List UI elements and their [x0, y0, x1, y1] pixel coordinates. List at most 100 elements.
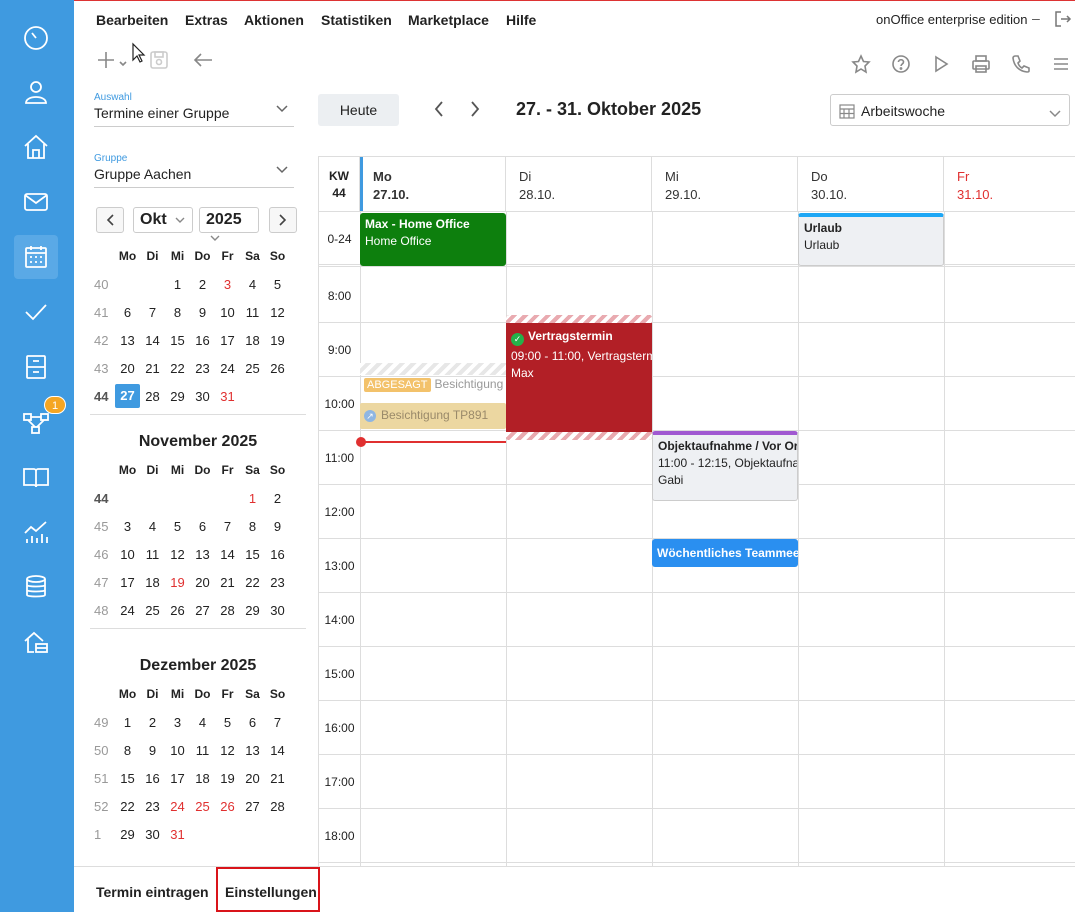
- day-cell[interactable]: 6: [240, 715, 265, 730]
- day-cell[interactable]: 24: [215, 361, 240, 376]
- day-cell[interactable]: 17: [215, 333, 240, 348]
- day-header-thursday[interactable]: Do 30.10.: [798, 157, 944, 212]
- day-header-wednesday[interactable]: Mi 29.10.: [652, 157, 798, 212]
- day-cell[interactable]: 25: [190, 799, 215, 814]
- day-cell[interactable]: 14: [265, 743, 290, 758]
- day-cell[interactable]: 21: [140, 361, 165, 376]
- day-cell[interactable]: 27: [115, 384, 140, 408]
- day-cell[interactable]: 17: [165, 771, 190, 786]
- day-cell[interactable]: 19: [215, 771, 240, 786]
- day-cell[interactable]: 19: [265, 333, 290, 348]
- day-cell[interactable]: 16: [140, 771, 165, 786]
- back-arrow-icon[interactable]: [192, 50, 214, 75]
- day-cell[interactable]: 20: [115, 361, 140, 376]
- day-cell[interactable]: 27: [190, 603, 215, 618]
- event-home-office[interactable]: Max - Home Office Home Office: [360, 213, 506, 266]
- day-cell[interactable]: 3: [215, 277, 240, 292]
- day-cell[interactable]: 9: [140, 743, 165, 758]
- day-cell[interactable]: 9: [190, 305, 215, 320]
- menu-statistiken[interactable]: Statistiken: [321, 12, 392, 28]
- day-cell[interactable]: 14: [140, 333, 165, 348]
- day-cell[interactable]: 7: [265, 715, 290, 730]
- prev-month-button[interactable]: [96, 207, 124, 233]
- day-cell[interactable]: 21: [215, 575, 240, 590]
- day-cell[interactable]: 6: [190, 519, 215, 534]
- next-week-button[interactable]: [468, 100, 482, 123]
- day-cell[interactable]: 26: [265, 361, 290, 376]
- day-cell[interactable]: 27: [240, 799, 265, 814]
- day-cell[interactable]: 29: [115, 827, 140, 842]
- event-urlaub[interactable]: Urlaub Urlaub: [798, 213, 944, 266]
- print-icon[interactable]: [971, 54, 991, 79]
- day-header-monday[interactable]: Mo 27.10.: [360, 157, 506, 212]
- mail-icon[interactable]: [14, 180, 58, 224]
- day-cell[interactable]: 18: [190, 771, 215, 786]
- view-select[interactable]: Arbeitswoche: [830, 94, 1070, 126]
- day-cell[interactable]: 3: [115, 519, 140, 534]
- hour-row[interactable]: 14:00: [319, 593, 1075, 647]
- day-cell[interactable]: 20: [240, 771, 265, 786]
- hour-row[interactable]: 8:00: [319, 269, 1075, 323]
- day-cell[interactable]: 15: [115, 771, 140, 786]
- property-icon[interactable]: [14, 620, 58, 664]
- event-objektaufnahme[interactable]: Objektaufnahme / Vor Ort 11:00 - 12:15, …: [652, 431, 798, 501]
- play-icon[interactable]: [931, 54, 951, 79]
- day-cell[interactable]: 6: [115, 305, 140, 320]
- hour-row[interactable]: 15:00: [319, 647, 1075, 701]
- next-month-button[interactable]: [269, 207, 297, 233]
- day-cell[interactable]: 30: [190, 389, 215, 404]
- day-cell[interactable]: 14: [215, 547, 240, 562]
- check-icon[interactable]: [14, 290, 58, 334]
- event-besichtigung-cancelled[interactable]: ABGESAGT Besichtigung ↗ Besichtigung TP891: [360, 363, 506, 431]
- minimize-button[interactable]: –: [1032, 10, 1040, 26]
- book-icon[interactable]: [14, 455, 58, 499]
- day-cell[interactable]: 28: [215, 603, 240, 618]
- menu-hilfe[interactable]: Hilfe: [506, 12, 536, 28]
- day-cell[interactable]: 25: [140, 603, 165, 618]
- day-cell[interactable]: 22: [115, 799, 140, 814]
- day-cell[interactable]: 7: [215, 519, 240, 534]
- cabinet-icon[interactable]: [14, 345, 58, 389]
- hour-row[interactable]: 18:00: [319, 809, 1075, 863]
- day-cell[interactable]: 20: [190, 575, 215, 590]
- save-icon[interactable]: [149, 50, 169, 75]
- day-cell[interactable]: 18: [240, 333, 265, 348]
- day-cell[interactable]: 22: [240, 575, 265, 590]
- day-cell[interactable]: 23: [265, 575, 290, 590]
- day-cell[interactable]: 30: [265, 603, 290, 618]
- group-dropdown[interactable]: Gruppe Gruppe Aachen: [94, 153, 294, 188]
- day-cell[interactable]: 11: [240, 305, 265, 320]
- calendar-icon[interactable]: [14, 235, 58, 279]
- day-cell[interactable]: 24: [115, 603, 140, 618]
- prev-week-button[interactable]: [432, 100, 446, 123]
- day-cell[interactable]: 1: [115, 715, 140, 730]
- day-cell[interactable]: 4: [240, 277, 265, 292]
- year-select[interactable]: 2025: [199, 207, 259, 241]
- day-cell[interactable]: 10: [165, 743, 190, 758]
- user-icon[interactable]: [14, 70, 58, 114]
- day-cell[interactable]: 2: [190, 277, 215, 292]
- menu-marketplace[interactable]: Marketplace: [408, 12, 489, 28]
- day-cell[interactable]: 29: [240, 603, 265, 618]
- day-cell[interactable]: 8: [165, 305, 190, 320]
- month-select[interactable]: Okt: [133, 207, 193, 233]
- day-cell[interactable]: 26: [215, 799, 240, 814]
- menu-extras[interactable]: Extras: [185, 12, 228, 28]
- menu-bearbeiten[interactable]: Bearbeiten: [96, 12, 168, 28]
- day-cell[interactable]: 17: [115, 575, 140, 590]
- add-icon[interactable]: [96, 50, 132, 75]
- day-cell[interactable]: 29: [165, 389, 190, 404]
- selection-dropdown[interactable]: Auswahl Termine einer Gruppe: [94, 92, 294, 127]
- day-cell[interactable]: 8: [115, 743, 140, 758]
- day-cell[interactable]: 26: [165, 603, 190, 618]
- day-cell[interactable]: 30: [140, 827, 165, 842]
- day-cell[interactable]: 5: [215, 715, 240, 730]
- day-cell[interactable]: 19: [165, 575, 190, 590]
- day-cell[interactable]: 28: [265, 799, 290, 814]
- today-button[interactable]: Heute: [318, 94, 399, 126]
- day-cell[interactable]: 16: [265, 547, 290, 562]
- hour-row[interactable]: 16:00: [319, 701, 1075, 755]
- day-cell[interactable]: 1: [165, 277, 190, 292]
- event-teammeeting[interactable]: Wöchentliches Teammeeting: [652, 539, 798, 567]
- stats-icon[interactable]: [14, 510, 58, 554]
